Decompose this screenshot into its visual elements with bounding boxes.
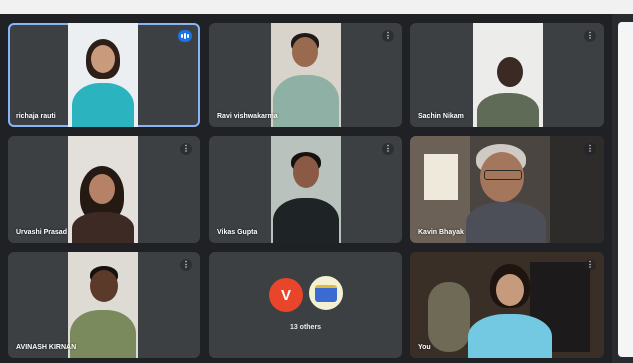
more-options-icon[interactable]: ⋮ [584, 259, 596, 271]
side-panel-surface [618, 22, 633, 357]
participant-name: Ravi vishwakarma [217, 113, 278, 120]
others-count-label: 13 others [289, 324, 322, 331]
more-options-icon[interactable]: ⋮ [382, 143, 394, 155]
video-call-grid: richaja rauti ⋮ Ravi vishwakarma ⋮ Sachi… [0, 14, 612, 363]
side-panel-edge [612, 14, 633, 363]
participant-tile-urvashi[interactable]: ⋮ Urvashi Prasad [8, 136, 200, 243]
participant-tile-ravi[interactable]: ⋮ Ravi vishwakarma [209, 23, 402, 127]
participant-tile-avinash[interactable]: ⋮ AVINASH KIRNAN [8, 252, 200, 358]
participant-name: Urvashi Prasad [16, 229, 67, 236]
participant-name: You [418, 344, 431, 351]
more-options-icon[interactable]: ⋮ [180, 143, 192, 155]
participant-name: Vikas Gupta [217, 229, 258, 236]
participant-name: Sachin Nikam [418, 113, 464, 120]
participant-video [68, 136, 138, 243]
participant-tile-you[interactable]: ⋮ You [410, 252, 604, 358]
participant-video [473, 23, 543, 127]
participant-tile-sachin[interactable]: ⋮ Sachin Nikam [410, 23, 604, 127]
others-tile[interactable]: V 13 others [209, 252, 402, 358]
speaking-indicator-icon [178, 30, 192, 42]
browser-top-strip [0, 0, 633, 14]
participant-tile-richaja[interactable]: richaja rauti [8, 23, 200, 127]
more-options-icon[interactable]: ⋮ [180, 259, 192, 271]
participant-name: richaja rauti [16, 113, 56, 120]
participant-tile-vikas[interactable]: ⋮ Vikas Gupta [209, 136, 402, 243]
participant-video [271, 23, 341, 127]
participant-video [271, 136, 341, 243]
more-options-icon[interactable]: ⋮ [584, 143, 596, 155]
others-avatar-letter: V [269, 278, 303, 312]
more-options-icon[interactable]: ⋮ [584, 30, 596, 42]
participant-video [68, 252, 138, 358]
participant-tile-kavin[interactable]: ⋮ Kavin Bhayak [410, 136, 604, 243]
more-options-icon[interactable]: ⋮ [382, 30, 394, 42]
participant-name: AVINASH KIRNAN [16, 344, 77, 351]
others-avatar-photo [307, 274, 345, 312]
participant-video [410, 136, 604, 243]
participant-video [410, 252, 604, 358]
participant-video [68, 23, 138, 127]
participant-name: Kavin Bhayak [418, 229, 464, 236]
